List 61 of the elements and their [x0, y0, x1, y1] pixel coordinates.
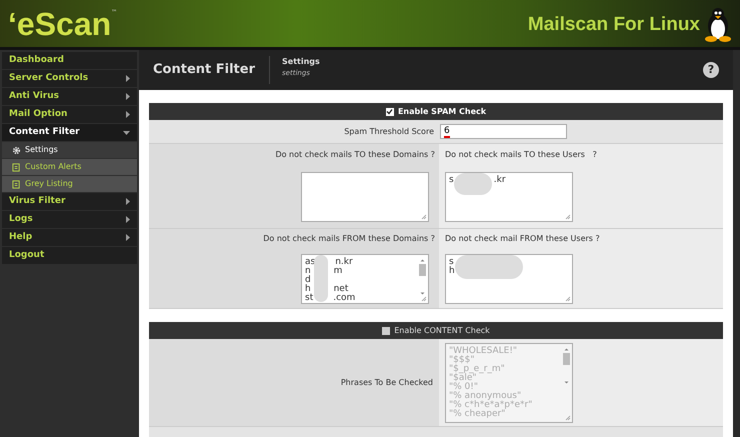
field-label: Do not check mails TO these Users ?: [445, 149, 598, 161]
text-area[interactable]: [301, 172, 429, 222]
text-line: "% 0!": [449, 382, 478, 392]
text-line: n m: [305, 267, 342, 276]
penguin-icon: [704, 6, 732, 42]
text-line: "% cheaper": [449, 410, 506, 418]
menu-item[interactable]: Virus Filter: [2, 193, 137, 210]
text-line: h: [449, 267, 455, 276]
gear-icon: [12, 146, 21, 154]
redaction-blob: [314, 255, 328, 302]
text-line: "% c*h*e*a*p*e*r": [449, 400, 532, 410]
text-area[interactable]: s .kr: [445, 172, 573, 222]
submenu-item[interactable]: Custom Alerts: [2, 159, 137, 175]
menu-item[interactable]: Anti Virus: [2, 88, 137, 105]
text-line: as n.kr: [305, 258, 353, 267]
text-line: "$_p_e_r_m": [449, 364, 505, 374]
input-field[interactable]: 6: [440, 124, 567, 139]
menu-item[interactable]: Server Controls: [2, 70, 137, 87]
breadcrumb-title: Settings: [282, 56, 320, 68]
resize-grip-icon: [421, 214, 427, 220]
menu-item[interactable]: Content Filter: [2, 124, 137, 141]
text-line: "% anonymous": [449, 392, 522, 400]
page-title: Content Filter: [153, 56, 270, 84]
document-icon: [12, 162, 21, 172]
text-line: s: [449, 258, 454, 267]
menu-item[interactable]: Logs: [2, 211, 137, 228]
menu-item[interactable]: Dashboard: [2, 52, 137, 69]
field-label: Do not check mails TO these Domains ?: [275, 149, 435, 161]
text-line: d: [305, 276, 311, 285]
field-label: Spam Threshold Score: [343, 126, 435, 138]
text-line: h net: [305, 285, 348, 294]
menu-item[interactable]: Logout: [2, 247, 137, 264]
product-title: Mailscan For Linux: [528, 13, 700, 37]
text-area[interactable]: as n.kr n m d h net st .com: [301, 254, 429, 304]
panel-header: Enable CONTENT Check: [149, 322, 723, 339]
field-label: Phrases To Be Checked: [340, 376, 433, 388]
redaction-blob: [455, 255, 523, 279]
checkbox[interactable]: [382, 326, 390, 334]
text-line: "WHOLESALE!": [449, 346, 518, 356]
submenu-item[interactable]: Grey Listing: [2, 176, 137, 192]
submenu-item[interactable]: Settings: [2, 142, 137, 158]
logo-text: ‘eScan: [8, 8, 112, 40]
resize-grip-icon: [421, 296, 427, 302]
panel-header: Enable SPAM Check: [149, 103, 723, 120]
text-line: s .kr: [449, 176, 506, 185]
resize-grip-icon: [565, 414, 571, 420]
help-button[interactable]: ?: [703, 62, 719, 78]
resize-grip-icon: [565, 296, 571, 302]
field-label: Do not check mails FROM these Domains ?: [263, 233, 435, 245]
scrollbar[interactable]: [419, 258, 426, 296]
text-line: "$$$": [449, 356, 474, 364]
resize-grip-icon: [565, 214, 571, 220]
text-line: "$ale": [449, 374, 477, 382]
field-label: Do not check mail FROM these Users ?: [445, 233, 601, 245]
redaction-blob: [454, 173, 492, 195]
checkbox[interactable]: [386, 108, 394, 116]
text-line: st .com: [305, 294, 356, 303]
document-icon: [12, 180, 21, 188]
menu-item[interactable]: Mail Option: [2, 106, 137, 123]
text-area[interactable]: s h: [445, 254, 573, 304]
menu-item[interactable]: Help: [2, 229, 137, 246]
